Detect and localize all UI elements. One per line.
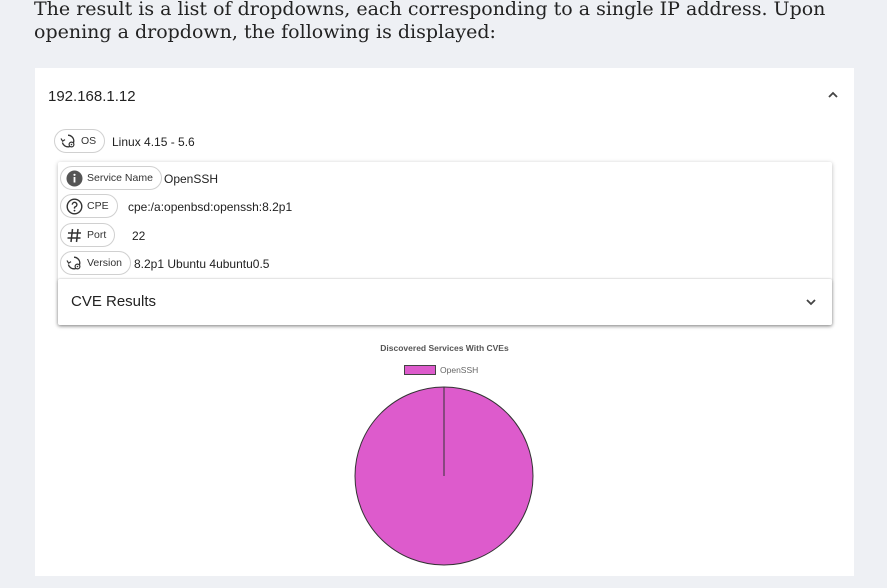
intro-paragraph: The result is a list of dropdowns, each …	[34, 0, 826, 43]
service-name-value: OpenSSH	[164, 172, 219, 186]
help-circle-icon	[65, 197, 83, 215]
legend-swatch-openssh	[404, 365, 436, 375]
port-chip-label: Port	[87, 229, 107, 241]
os-chip: OS	[54, 129, 106, 153]
ip-accordion-header[interactable]: 192.168.1.12	[35, 68, 854, 124]
chevron-up-icon[interactable]	[826, 88, 840, 102]
ip-accordion: 192.168.1.12 OS Linux 4.15 - 5.6 Service…	[35, 68, 854, 576]
cpe-chip-label: CPE	[87, 200, 109, 212]
pie-chart	[354, 386, 534, 566]
cpe-value: cpe:/a:openbsd:openssh:8.2p1	[128, 200, 293, 214]
cve-results-label: CVE Results	[71, 293, 157, 310]
version-chip: Version	[60, 251, 132, 275]
version-chip-label: Version	[87, 257, 123, 269]
ip-address-label: 192.168.1.12	[48, 88, 136, 105]
cve-results-accordion[interactable]: CVE Results	[58, 279, 832, 325]
info-icon	[65, 169, 83, 187]
os-value: Linux 4.15 - 5.6	[112, 135, 195, 149]
chart-title: Discovered Services With CVEs	[380, 343, 509, 353]
service-name-chip: Service Name	[60, 166, 162, 190]
chart-legend[interactable]: OpenSSH	[404, 365, 478, 375]
version-value: 8.2p1 Ubuntu 4ubuntu0.5	[134, 257, 270, 271]
history-settings-icon	[59, 132, 77, 150]
port-chip: Port	[60, 223, 116, 247]
legend-label-openssh: OpenSSH	[440, 365, 479, 375]
service-card: Service Name OpenSSH CPE cpe:/a:openbsd:…	[58, 162, 832, 325]
port-value: 22	[132, 229, 146, 243]
cpe-chip: CPE	[60, 194, 118, 218]
history-settings-icon	[65, 254, 83, 272]
os-chip-label: OS	[81, 135, 97, 147]
chevron-down-icon[interactable]	[804, 295, 818, 309]
hash-icon	[65, 226, 83, 244]
service-name-chip-label: Service Name	[87, 172, 153, 184]
